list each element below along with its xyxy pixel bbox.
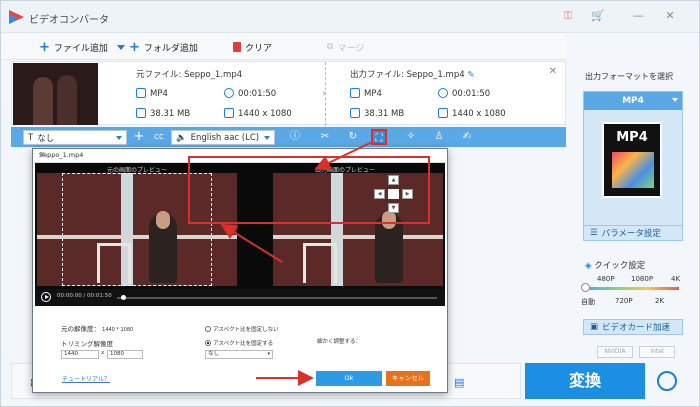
- arrow-to-crop-box: [220, 223, 283, 263]
- arrow-to-output-preview: [314, 141, 373, 171]
- annotation-arrows: [220, 141, 373, 386]
